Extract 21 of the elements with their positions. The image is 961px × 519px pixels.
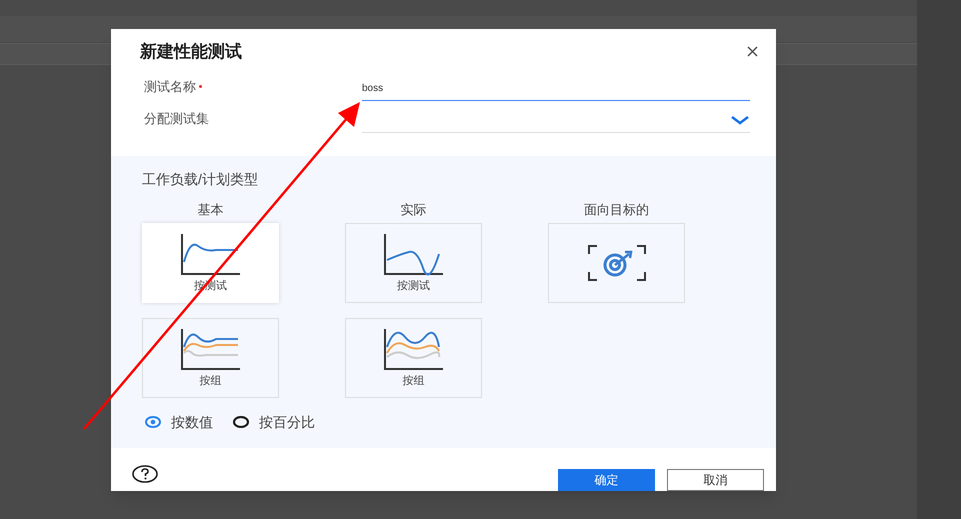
radio-option[interactable]: 按百分比 [233, 412, 315, 432]
text-field[interactable]: boss [362, 76, 750, 100]
dialog-title: 新建性能测试 [140, 41, 242, 63]
group-label: 面向目标的 [584, 200, 649, 218]
close-button[interactable] [747, 46, 758, 58]
group-label: 基本 [198, 200, 224, 218]
close-icon [747, 46, 758, 58]
radio-option[interactable]: 按数值 [145, 412, 213, 432]
workload-tile[interactable]: 按组 [345, 318, 482, 398]
cancel-button[interactable]: 取消 [667, 468, 764, 490]
confirm-button[interactable]: 确定 [558, 468, 655, 490]
workload-tile[interactable]: 按组 [142, 318, 279, 398]
help-icon[interactable] [132, 464, 158, 482]
field-label: 测试名称 [144, 78, 196, 96]
field-label: 分配测试集 [144, 110, 209, 128]
workload-tile[interactable] [548, 222, 685, 302]
target-icon [586, 244, 646, 282]
section-title: 工作负载/计划类型 [142, 170, 259, 188]
group-label: 实际 [400, 200, 426, 218]
chevron-down-icon [730, 115, 750, 125]
workload-tile[interactable]: 按测试 [345, 222, 482, 302]
